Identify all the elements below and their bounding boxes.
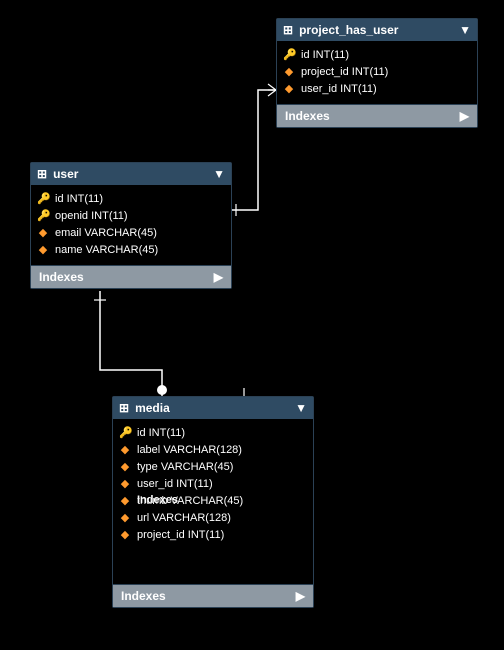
diamond-icon: ◆ <box>119 511 131 526</box>
column-row: ◆ label VARCHAR(128) <box>117 442 309 459</box>
column-name: url <box>137 512 149 524</box>
column-type: INT(11) <box>352 66 388 78</box>
column-row: ◆ user_id INT(11) <box>281 81 473 98</box>
entity-columns: 🔑 id INT(11) ◆ label VARCHAR(128) ◆ type… <box>113 419 313 584</box>
entity-header[interactable]: ⊞ project_has_user ▼ <box>277 19 477 41</box>
entity-title: user <box>53 167 78 181</box>
column-name: project_id <box>137 529 185 541</box>
column-name: id <box>55 193 64 205</box>
column-name: label <box>137 444 160 456</box>
column-row: ◆ type VARCHAR(45) <box>117 459 309 476</box>
entity-header[interactable]: ⊞ user ▼ <box>31 163 231 185</box>
column-type: VARCHAR(45) <box>171 495 244 507</box>
column-name: name <box>55 244 83 256</box>
diamond-icon: ◆ <box>283 82 295 97</box>
column-type: VARCHAR(45) <box>86 244 159 256</box>
diamond-icon: ◆ <box>119 460 131 475</box>
diamond-icon: ◆ <box>119 443 131 458</box>
indexes-label: Indexes <box>285 109 330 123</box>
play-icon: ▶ <box>214 270 223 284</box>
indexes-bar[interactable]: Indexes ▶ <box>113 584 313 607</box>
key-icon: 🔑 <box>37 192 49 207</box>
column-row: ◆ email VARCHAR(45) <box>35 225 227 242</box>
column-row: 🔑 id INT(11) <box>117 425 309 442</box>
column-type: INT(11) <box>313 49 349 61</box>
column-row: ◆ thumb VARCHAR(45) Indexes <box>117 493 309 510</box>
er-diagram-canvas: ⊞ project_has_user ▼ 🔑 id INT(11) ◆ proj… <box>0 0 504 650</box>
play-icon: ▶ <box>460 109 469 123</box>
diamond-icon: ◆ <box>37 243 49 258</box>
play-icon: ▶ <box>296 589 305 603</box>
column-name: user_id <box>301 83 337 95</box>
column-name: openid <box>55 210 88 222</box>
key-icon: 🔑 <box>119 426 131 441</box>
chevron-down-icon[interactable]: ▼ <box>459 23 471 37</box>
entity-media[interactable]: ⊞ media ▼ 🔑 id INT(11) ◆ label VARCHAR(1… <box>112 396 314 608</box>
entity-columns: 🔑 id INT(11) 🔑 openid INT(11) ◆ email VA… <box>31 185 231 265</box>
column-name: user_id <box>137 478 173 490</box>
column-row: 🔑 openid INT(11) <box>35 208 227 225</box>
column-type: INT(11) <box>91 210 127 222</box>
column-type: INT(11) <box>188 529 224 541</box>
column-row: ◆ project_id INT(11) <box>281 64 473 81</box>
indexes-label: Indexes <box>39 270 84 284</box>
column-type: VARCHAR(128) <box>152 512 231 524</box>
column-row: 🔑 id INT(11) <box>35 191 227 208</box>
column-name: type <box>137 461 158 473</box>
entity-project-has-user[interactable]: ⊞ project_has_user ▼ 🔑 id INT(11) ◆ proj… <box>276 18 478 128</box>
inline-indexes-label: Indexes <box>137 493 178 508</box>
entity-columns: 🔑 id INT(11) ◆ project_id INT(11) ◆ user… <box>277 41 477 104</box>
column-row: ◆ user_id INT(11) <box>117 476 309 493</box>
column-type: INT(11) <box>67 193 103 205</box>
column-name: email <box>55 227 81 239</box>
key-icon: 🔑 <box>37 209 49 224</box>
column-type: INT(11) <box>340 83 376 95</box>
table-icon: ⊞ <box>37 167 47 181</box>
column-name: id <box>137 427 146 439</box>
entity-user[interactable]: ⊞ user ▼ 🔑 id INT(11) 🔑 openid INT(11) ◆… <box>30 162 232 289</box>
diamond-icon: ◆ <box>283 65 295 80</box>
column-row: ◆ name VARCHAR(45) <box>35 242 227 259</box>
diamond-icon: ◆ <box>37 226 49 241</box>
entity-title: project_has_user <box>299 23 398 37</box>
column-name: project_id <box>301 66 349 78</box>
indexes-label: Indexes <box>121 589 166 603</box>
column-row: 🔑 id INT(11) <box>281 47 473 64</box>
column-type: VARCHAR(45) <box>84 227 157 239</box>
key-icon: 🔑 <box>283 48 295 63</box>
table-icon: ⊞ <box>283 23 293 37</box>
column-row: ◆ project_id INT(11) <box>117 527 309 544</box>
indexes-bar[interactable]: Indexes ▶ <box>277 104 477 127</box>
diamond-icon: ◆ <box>119 528 131 543</box>
column-type: INT(11) <box>176 478 212 490</box>
diamond-icon: ◆ <box>119 494 131 509</box>
column-type: VARCHAR(45) <box>161 461 234 473</box>
indexes-bar[interactable]: Indexes ▶ <box>31 265 231 288</box>
table-icon: ⊞ <box>119 401 129 415</box>
column-row: ◆ url VARCHAR(128) <box>117 510 309 527</box>
diamond-icon: ◆ <box>119 477 131 492</box>
chevron-down-icon[interactable]: ▼ <box>213 167 225 181</box>
chevron-down-icon[interactable]: ▼ <box>295 401 307 415</box>
column-type: VARCHAR(128) <box>163 444 242 456</box>
entity-title: media <box>135 401 170 415</box>
entity-header[interactable]: ⊞ media ▼ <box>113 397 313 419</box>
column-type: INT(11) <box>149 427 185 439</box>
column-name: id <box>301 49 310 61</box>
